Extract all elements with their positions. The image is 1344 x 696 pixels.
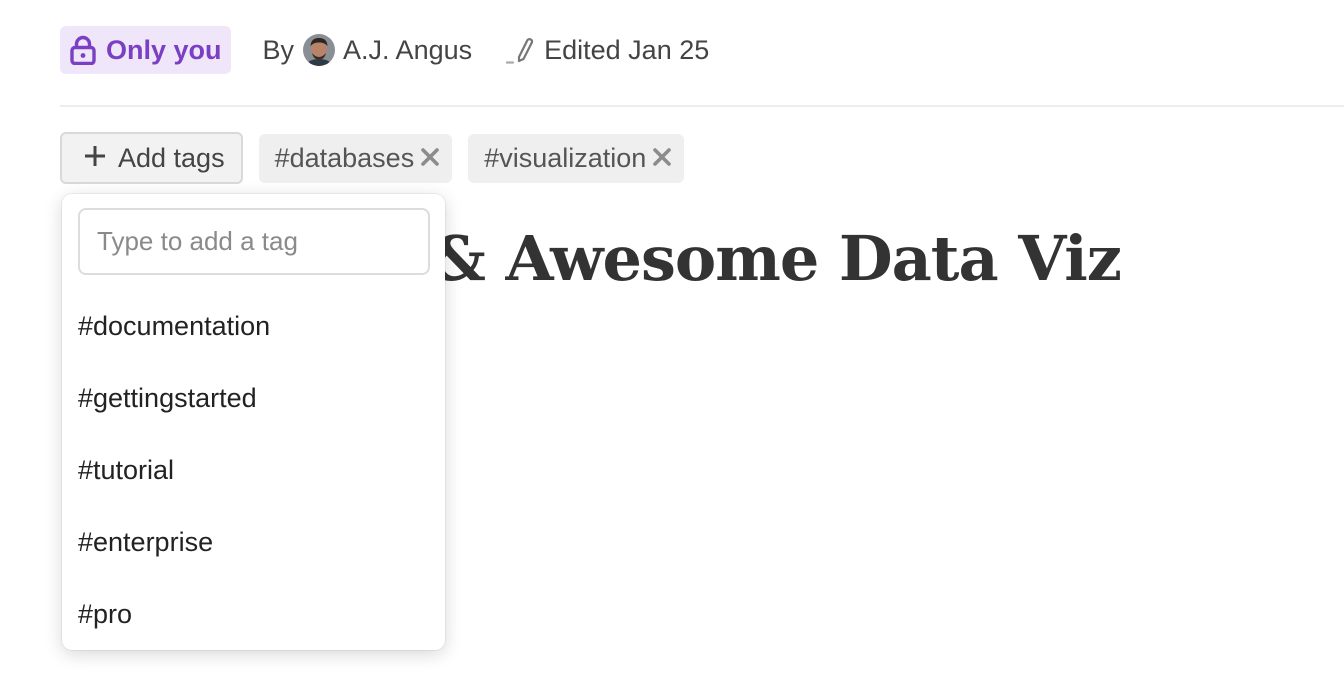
tag-chip-databases[interactable]: #databases [258,133,453,183]
pencil-icon [506,35,544,65]
plus-icon [84,143,106,174]
tag-chip-visualization[interactable]: #visualization [468,133,685,183]
tag-chip-label: #visualization [484,142,647,173]
tag-suggestion-list: #documentation #gettingstarted #tutorial… [62,290,445,650]
privacy-badge[interactable]: Only you [60,26,231,74]
tag-suggestion-documentation[interactable]: #documentation [62,290,445,362]
document-meta-row: Only you By A.J. Angus Edited Jan 25 [60,26,709,74]
tag-suggestion-pro[interactable]: #pro [62,578,445,650]
add-tags-button[interactable]: Add tags [60,132,243,184]
by-label: By [262,34,295,65]
tag-suggestion-tutorial[interactable]: #tutorial [62,434,445,506]
header-divider [60,105,1344,107]
tag-search-input[interactable] [78,208,430,275]
author-info: By A.J. Angus [262,34,473,66]
tag-dropdown: #documentation #gettingstarted #tutorial… [62,194,445,650]
remove-tag-icon[interactable] [652,143,672,174]
edited-info: Edited Jan 25 [506,35,709,66]
avatar[interactable] [303,34,336,66]
tag-chip-label: #databases [274,142,415,173]
tag-suggestion-gettingstarted[interactable]: #gettingstarted [62,362,445,434]
edited-label: Edited Jan 25 [544,34,710,65]
document-title-text: & Awesome Data Viz [430,222,1122,295]
privacy-label: Only you [106,34,222,65]
tags-row: Add tags #databases #visualization [60,132,685,184]
remove-tag-icon[interactable] [420,143,440,174]
author-name: A.J. Angus [343,34,473,65]
add-tags-label: Add tags [118,142,225,173]
lock-icon [70,35,96,65]
tag-suggestion-enterprise[interactable]: #enterprise [62,506,445,578]
